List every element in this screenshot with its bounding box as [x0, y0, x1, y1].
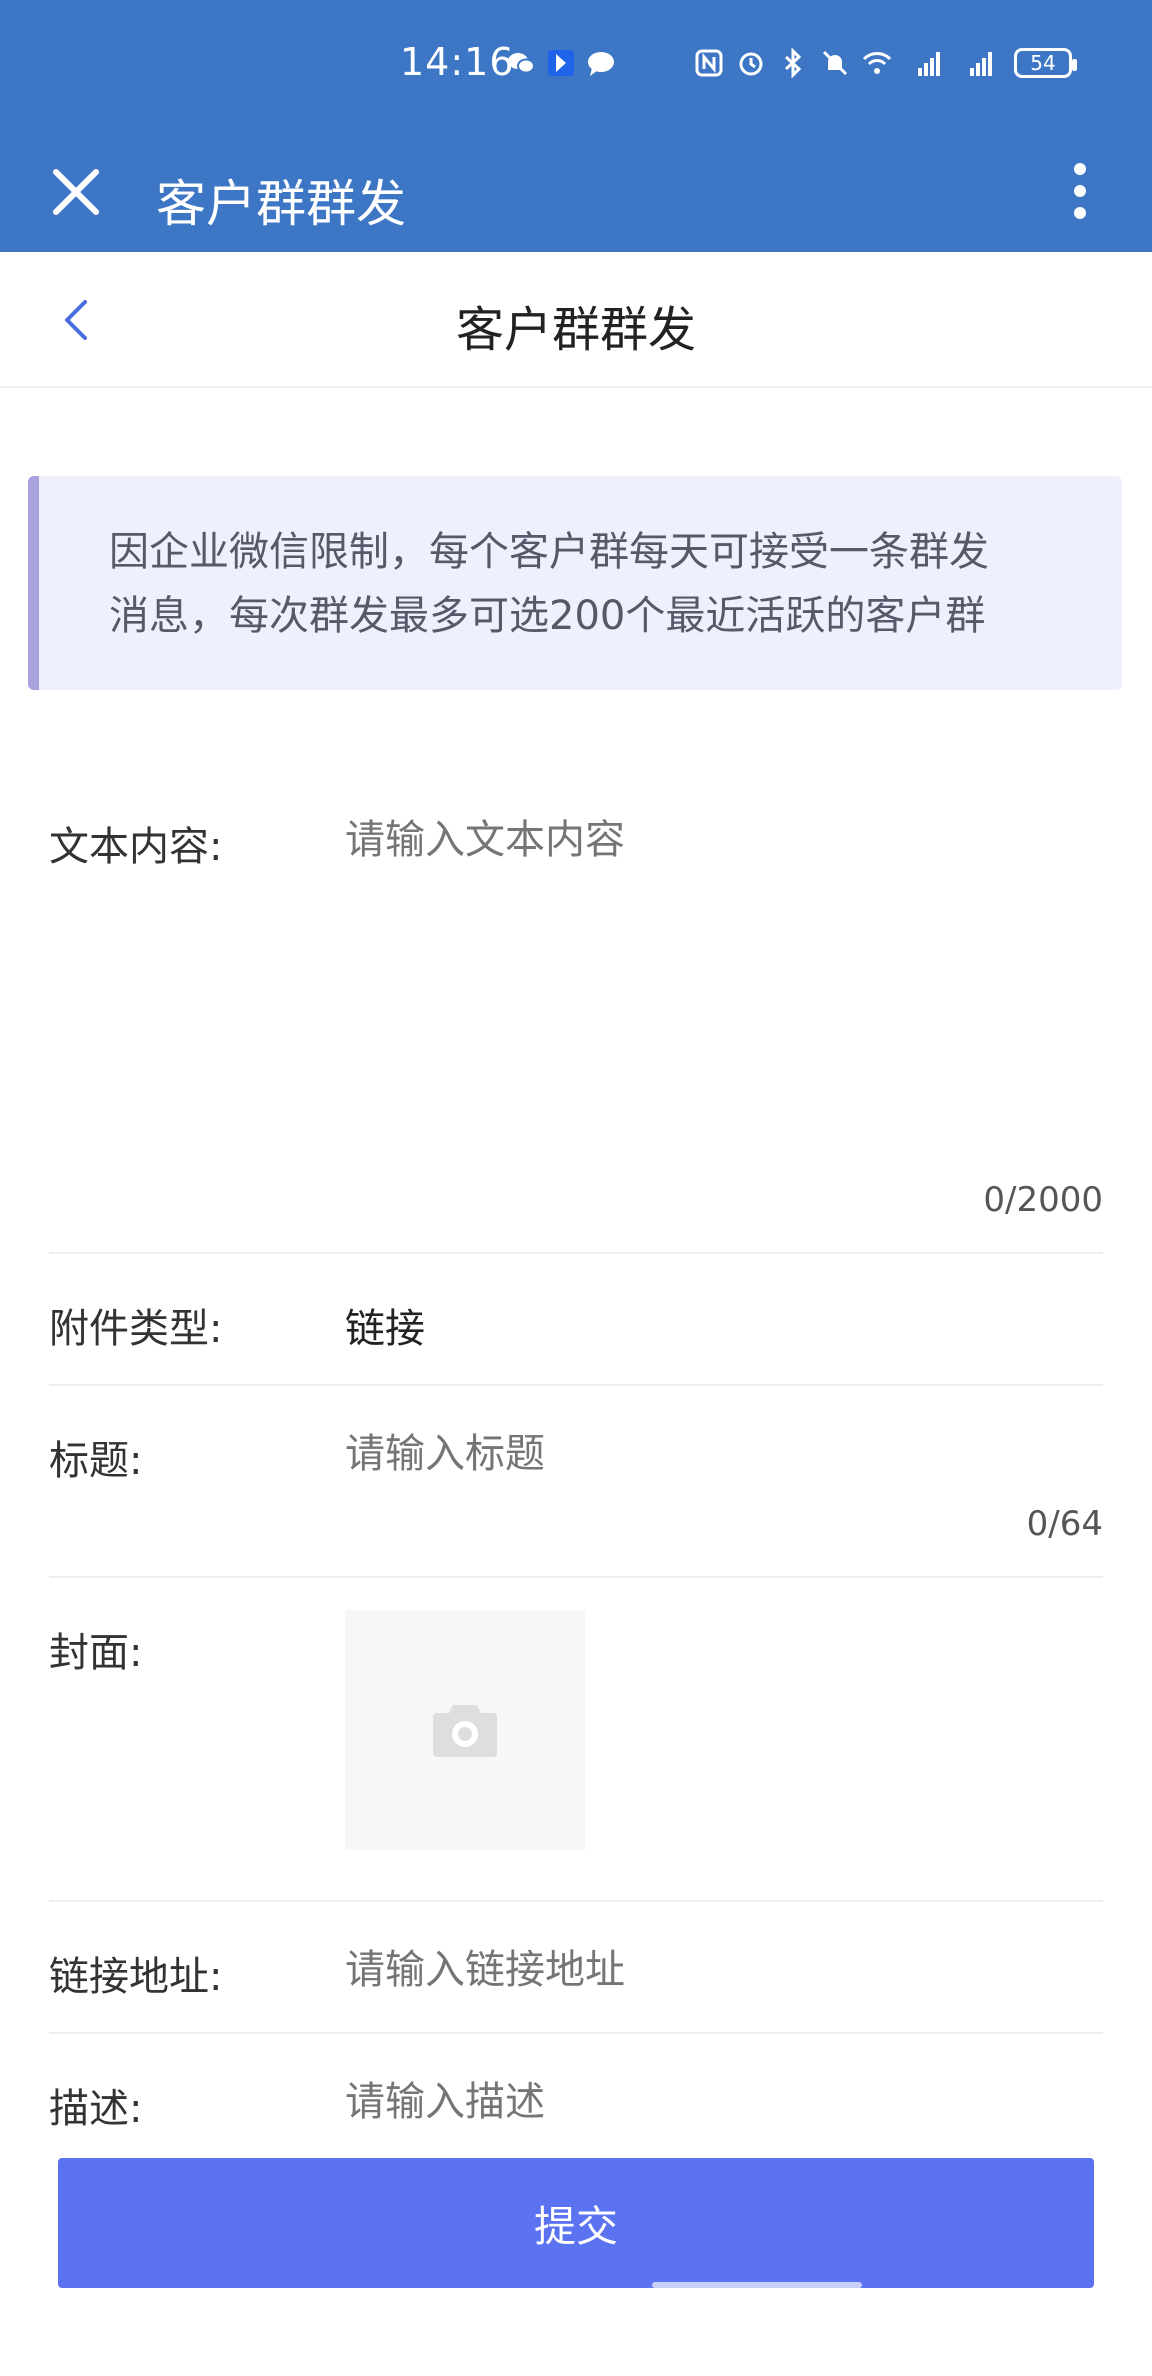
notice-line-1: 因企业微信限制，每个客户群每天可接受一条群发: [109, 529, 989, 575]
submit-button[interactable]: 提交: [58, 2158, 1094, 2288]
close-icon: [53, 169, 99, 215]
message-icon: [588, 52, 614, 76]
top-bar: 14:16 54 客户群群发: [0, 0, 1152, 252]
title-row: 标题: 0/64: [49, 1386, 1103, 1578]
description-input[interactable]: [345, 2074, 1045, 2130]
status-time: 14:16: [400, 40, 515, 84]
wifi-icon: [862, 52, 892, 74]
mute-icon: [822, 50, 848, 76]
alarm-icon: [739, 52, 763, 76]
app-header-title: 客户群群发: [156, 175, 406, 233]
attachment-type-value[interactable]: 链接: [345, 1296, 425, 1354]
signal-5g-icon: [970, 52, 992, 76]
cover-upload-button[interactable]: [345, 1610, 585, 1850]
system-icons: 54: [694, 48, 1077, 78]
link-url-input[interactable]: [345, 1942, 1045, 1998]
link-url-row: 链接地址:: [49, 1902, 1103, 2034]
title-input[interactable]: [345, 1426, 1045, 1482]
home-indicator: [652, 2282, 862, 2288]
description-row: 描述:: [49, 2034, 1103, 2154]
attachment-type-row[interactable]: 附件类型: 链接: [49, 1254, 1103, 1386]
more-vertical-icon: [1074, 163, 1086, 175]
text-content-input[interactable]: [345, 814, 1103, 1134]
close-button[interactable]: [40, 156, 112, 228]
title-label: 标题:: [49, 1438, 143, 1484]
text-content-row: 文本内容: 0/2000: [49, 770, 1103, 1254]
bluetooth-icon: [784, 48, 802, 78]
notice-line-2: 消息，每次群发最多可选200个最近活跃的客户群: [109, 593, 986, 639]
page-title: 客户群群发: [455, 302, 696, 358]
title-counter: 0/64: [1026, 1504, 1103, 1544]
description-label: 描述:: [49, 2086, 143, 2132]
camera-icon: [433, 1705, 497, 1757]
notification-icons: [506, 48, 616, 78]
text-content-counter: 0/2000: [983, 1180, 1103, 1220]
link-url-label: 链接地址:: [49, 1954, 223, 2000]
cover-label: 封面:: [49, 1630, 143, 1676]
text-content-label: 文本内容:: [49, 824, 223, 870]
page-nav-bar: 客户群群发: [0, 252, 1152, 388]
battery-indicator: 54: [1014, 48, 1077, 78]
app-header: 客户群群发: [0, 134, 1152, 252]
app-notification-icon: [548, 50, 574, 76]
notice-banner: 因企业微信限制，每个客户群每天可接受一条群发 消息，每次群发最多可选200个最近…: [28, 476, 1122, 690]
wechat-icon: [508, 53, 535, 74]
signal-4g-icon: [918, 52, 940, 76]
status-bar: 14:16 54: [0, 0, 1152, 134]
attachment-type-label: 附件类型:: [49, 1306, 223, 1352]
more-options-button[interactable]: [1050, 146, 1110, 236]
nfc-icon: [695, 49, 723, 77]
cover-row: 封面:: [49, 1578, 1103, 1902]
